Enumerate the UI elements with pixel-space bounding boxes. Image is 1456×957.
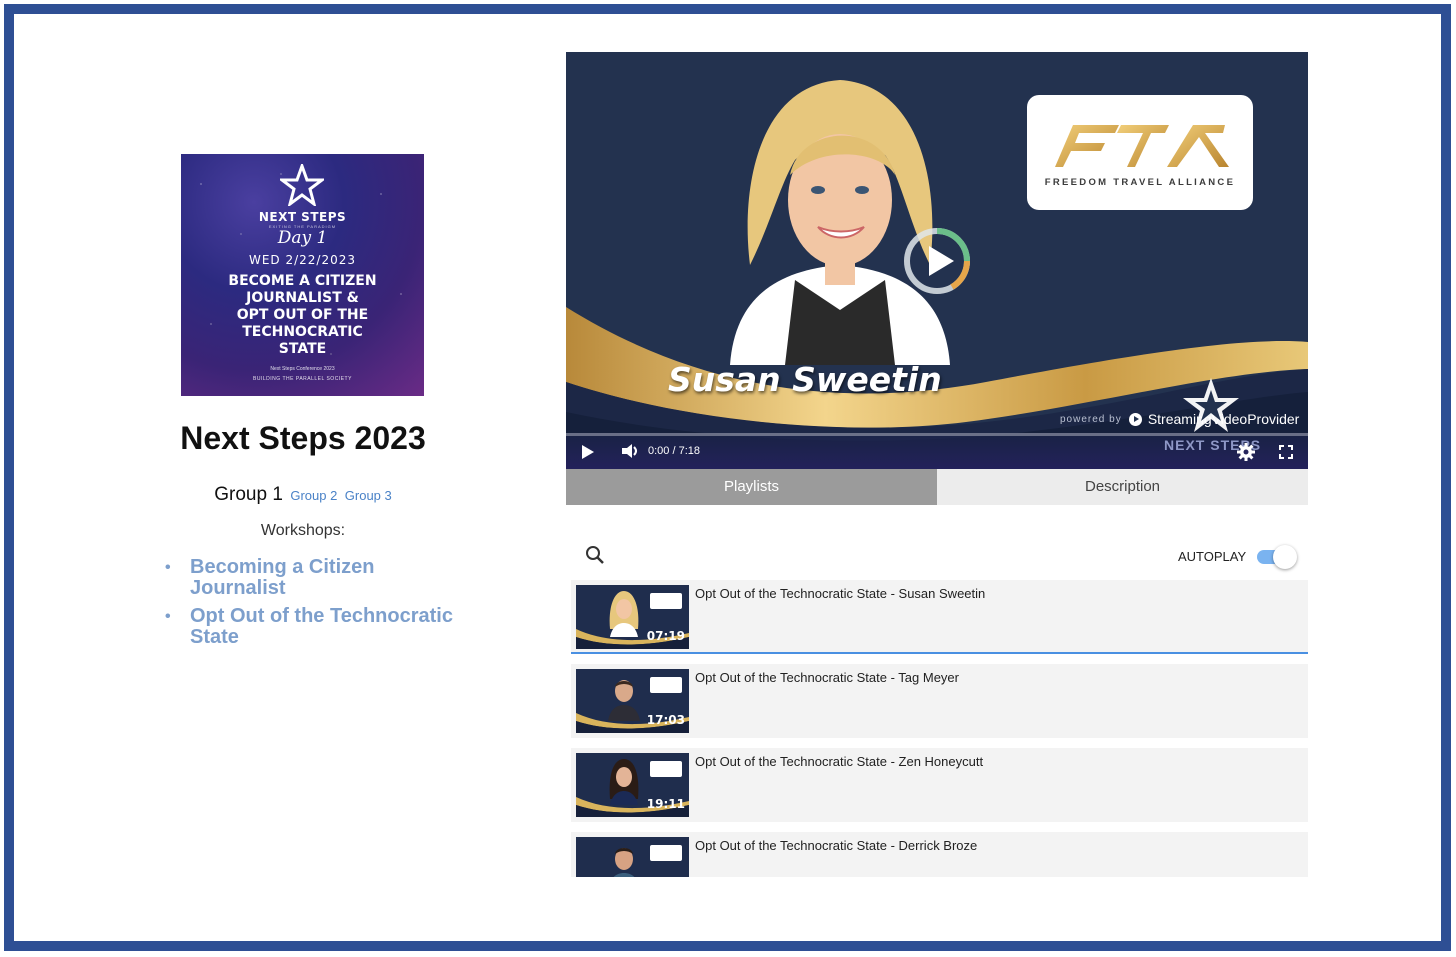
video-title: Opt Out of the Technocratic State - Zen …: [695, 754, 984, 769]
thumbnail-logo: [650, 677, 682, 693]
thumbnail-logo: [650, 593, 682, 609]
group-selector: Group 1 Group 2 Group 3: [150, 484, 456, 506]
video-thumbnail: 19:11: [576, 753, 689, 817]
fta-logo-icon: [1055, 125, 1229, 167]
poster-footer: Next Steps Conference 2023: [270, 366, 335, 372]
video-title: Opt Out of the Technocratic State - Susa…: [695, 586, 986, 601]
poster-title-line: OPT OUT OF THE: [236, 307, 369, 323]
next-steps-star-icon: [280, 164, 324, 206]
thumbnail-presenter: [613, 848, 635, 877]
video-duration: 19:11: [646, 797, 685, 811]
thumbnail-logo: [650, 761, 682, 777]
poster-title-line: TECHNOCRATIC: [242, 324, 363, 340]
video-duration: 07:19: [646, 629, 685, 643]
powered-by-badge[interactable]: powered by StreamingVideoProvider: [1060, 411, 1299, 427]
fta-logo-card: FREEDOM TRAVEL ALLIANCE: [1027, 95, 1253, 210]
poster-brand: NEXT STEPS: [258, 210, 347, 224]
player-controls: 0:00 / 7:18 NEXT STEPS: [566, 433, 1308, 469]
presenter-portrait: [730, 80, 950, 365]
playlist-item[interactable]: 07:19 Opt Out of the Technocratic State …: [571, 580, 1308, 654]
big-play-button[interactable]: [900, 226, 974, 296]
time-display: 0:00 / 7:18: [648, 445, 700, 457]
group-current: Group 1: [214, 484, 283, 505]
svp-play-icon: [1128, 412, 1142, 426]
poster-date: WED 2/22/2023: [248, 253, 357, 267]
thumbnail-presenter: [609, 591, 639, 637]
progress-bar[interactable]: [566, 433, 1308, 436]
playlist: 07:19 Opt Out of the Technocratic State …: [571, 580, 1308, 877]
playlist-item[interactable]: Opt Out of the Technocratic State - Derr…: [571, 832, 1308, 877]
poster-title: BECOME A CITIZEN JOURNALIST & OPT OUT OF…: [199, 273, 406, 358]
autoplay-toggle-knob: [1273, 545, 1297, 569]
poster-title-line: JOURNALIST &: [246, 290, 359, 306]
thumbnail-presenter: [608, 680, 640, 721]
autoplay-toggle[interactable]: [1255, 545, 1297, 569]
workshops-label: Workshops:: [260, 522, 346, 539]
poster-footer-tagline: BUILDING THE PARALLEL SOCIETY: [253, 376, 352, 382]
play-button[interactable]: [582, 445, 594, 459]
fullscreen-icon[interactable]: [1279, 445, 1293, 459]
poster-day: Day 1: [277, 228, 328, 248]
playlist-item[interactable]: 17:03 Opt Out of the Technocratic State …: [571, 664, 1308, 738]
workshop-list: Becoming a Citizen Journalist Opt Out of…: [165, 557, 465, 655]
video-thumbnail: 07:19: [576, 585, 689, 649]
autoplay-label: AUTOPLAY: [1178, 549, 1247, 564]
video-duration: 17:03: [646, 713, 685, 727]
event-title: Next Steps 2023: [180, 420, 426, 456]
speaker-name: Susan Sweetin: [668, 360, 942, 399]
gear-icon[interactable]: [1236, 442, 1256, 462]
search-icon[interactable]: [585, 545, 605, 565]
poster-title-line: STATE: [278, 341, 327, 357]
thumbnail-logo: [650, 845, 682, 861]
fta-logo-text: FREEDOM TRAVEL ALLIANCE: [1044, 177, 1236, 188]
next-steps-star-watermark-icon: [1183, 378, 1239, 432]
volume-icon[interactable]: [620, 442, 640, 460]
poster-title-line: BECOME A CITIZEN: [228, 273, 377, 289]
tab-playlists[interactable]: Playlists: [566, 469, 937, 505]
video-title: Opt Out of the Technocratic State - Tag …: [695, 670, 959, 685]
video-thumbnail: [576, 837, 689, 877]
video-title: Opt Out of the Technocratic State - Derr…: [695, 838, 978, 853]
thumbnail-presenter: [609, 759, 639, 805]
workshop-link-citizen-journalist[interactable]: Becoming a Citizen Journalist: [165, 557, 465, 599]
player-tabs: Playlists Description: [566, 469, 1308, 505]
video-thumbnail: 17:03: [576, 669, 689, 733]
workshop-link-opt-out[interactable]: Opt Out of the Technocratic State: [165, 606, 465, 648]
tab-description[interactable]: Description: [937, 469, 1308, 505]
powered-by-label: powered by: [1060, 413, 1122, 425]
event-poster: NEXT STEPS EXITING THE PARADIGM Day 1 WE…: [181, 154, 424, 396]
playlist-item[interactable]: 19:11 Opt Out of the Technocratic State …: [571, 748, 1308, 822]
group-link-3[interactable]: Group 3: [345, 488, 392, 503]
group-link-2[interactable]: Group 2: [290, 488, 337, 503]
